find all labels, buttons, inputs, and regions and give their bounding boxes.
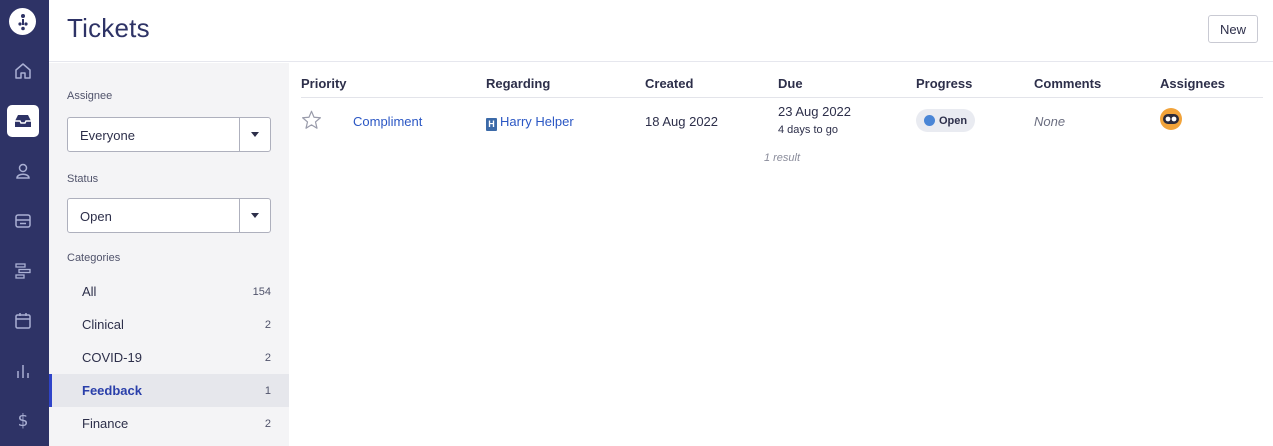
nav-people[interactable] — [7, 155, 39, 187]
category-count: 2 — [264, 417, 271, 430]
categories-label: Categories — [67, 252, 121, 264]
category-name: All — [82, 284, 97, 299]
dollar-icon: $ — [17, 411, 29, 431]
chart-icon — [17, 365, 29, 378]
assignee-value: Everyone — [80, 128, 135, 143]
logo-icon — [17, 13, 28, 30]
nav-calendar[interactable] — [7, 305, 39, 337]
column-header-comments[interactable]: Comments — [1034, 76, 1101, 91]
store-icon — [15, 214, 31, 228]
column-header-created[interactable]: Created — [645, 76, 693, 91]
category-count: 154 — [252, 285, 271, 298]
regarding-link[interactable]: H Harry Helper — [486, 114, 574, 131]
avatar-face-icon — [1163, 114, 1179, 124]
app-logo[interactable] — [9, 8, 36, 35]
nav-home[interactable] — [7, 55, 39, 87]
category-count: 1 — [264, 384, 271, 397]
category-name: COVID-19 — [82, 350, 142, 365]
status-dots-icon — [924, 115, 935, 126]
due-relative: 4 days to go — [778, 124, 838, 136]
category-name: Feedback — [82, 383, 142, 398]
page-title: Tickets — [67, 13, 150, 43]
status-label: Open — [939, 114, 968, 127]
due-cell: 23 Aug 2022 4 days to go — [778, 104, 851, 136]
category-list: All 154 Clinical 2 COVID-19 2 Feedback 1… — [49, 275, 289, 440]
category-name: Finance — [82, 416, 129, 431]
regarding-name: Harry Helper — [500, 114, 574, 129]
created-date: 18 Aug 2022 — [645, 114, 719, 129]
assignee-avatar[interactable] — [1160, 108, 1182, 130]
assignee-label: Assignee — [67, 90, 113, 102]
nav-store[interactable] — [7, 205, 39, 237]
ticket-title-link[interactable]: Compliment — [353, 114, 422, 129]
status-select[interactable]: Open — [67, 198, 271, 233]
icon-rail: $ — [0, 0, 49, 446]
nav-tickets[interactable] — [7, 105, 39, 137]
category-finance[interactable]: Finance 2 — [49, 407, 289, 440]
category-clinical[interactable]: Clinical 2 — [49, 308, 289, 341]
page-header: Tickets New — [49, 0, 1273, 62]
filter-sidebar: Assignee Everyone Status Open Categories… — [49, 63, 289, 446]
category-name: Clinical — [82, 317, 124, 332]
column-header-due[interactable]: Due — [778, 76, 803, 91]
header-divider — [301, 97, 1263, 98]
column-header-assignees[interactable]: Assignees — [1160, 76, 1225, 91]
column-header-regarding[interactable]: Regarding — [486, 76, 550, 91]
calendar-icon — [15, 313, 31, 329]
timeline-icon — [15, 263, 31, 279]
select-divider — [239, 199, 240, 232]
due-date: 23 Aug 2022 — [778, 104, 852, 119]
status-label: Status — [67, 173, 99, 185]
category-all[interactable]: All 154 — [49, 275, 289, 308]
nav-timeline[interactable] — [7, 255, 39, 287]
select-divider — [239, 118, 240, 151]
home-icon — [15, 63, 31, 79]
comments-value: None — [1034, 114, 1066, 129]
category-feedback[interactable]: Feedback 1 — [49, 374, 289, 407]
assignee-select[interactable]: Everyone — [67, 117, 271, 152]
chevron-down-icon[interactable] — [251, 132, 259, 137]
person-icon — [16, 163, 30, 179]
column-header-priority[interactable]: Priority — [301, 76, 347, 91]
category-count: 2 — [264, 351, 271, 364]
column-header-progress[interactable]: Progress — [916, 76, 972, 91]
star-icon[interactable] — [301, 110, 322, 130]
inbox-icon — [15, 115, 31, 127]
status-value: Open — [80, 209, 112, 224]
new-ticket-button[interactable]: New — [1207, 15, 1258, 43]
status-badge[interactable]: Open — [916, 109, 976, 132]
category-covid-19[interactable]: COVID-19 2 — [49, 341, 289, 374]
nav-reports[interactable] — [7, 355, 39, 387]
chevron-down-icon[interactable] — [251, 213, 259, 218]
result-count: 1 result — [763, 152, 801, 164]
patient-badge-icon: H — [486, 118, 497, 131]
nav-billing[interactable]: $ — [7, 405, 39, 437]
category-count: 2 — [264, 318, 271, 331]
